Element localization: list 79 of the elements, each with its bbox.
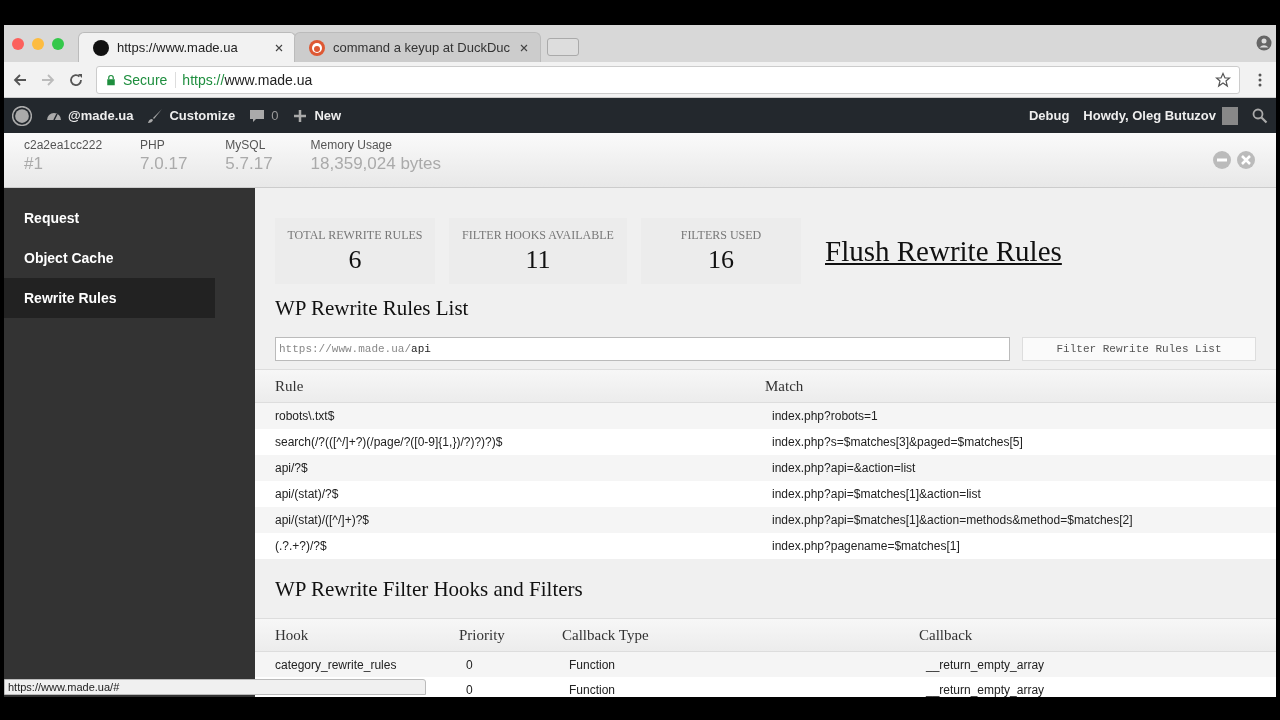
close-icon[interactable] [1236,150,1256,170]
table-cell: index.php?api=$matches[1]&action=methods&method=$matches[2] [772,513,1133,527]
column-header: Hook [275,626,310,644]
status-bubble: https://www.made.ua/# [4,679,426,695]
column-header: Callback [919,626,974,644]
card-value: 16 [708,244,734,275]
table-cell: index.php?api=&action=list [772,461,916,475]
account-icon [1256,35,1272,51]
url-text: https://www.made.ua [182,71,313,88]
reload-icon [68,71,84,88]
table-cell: index.php?api=$matches[1]&action=list [772,487,981,501]
flush-link[interactable]: Flush Rewrite Rules [825,234,1062,268]
stat-value: 7.0.17 [140,154,188,174]
table-cell-text: api/(stat)/?$ [275,487,340,501]
table-cell: 0 [466,682,473,697]
table-cell: index.php?robots=1 [772,409,878,423]
table-cell-text: api/(stat)/([^/]+)?$ [275,513,370,527]
tab-title: https://www.made.ua [117,40,239,55]
back-icon [12,71,28,88]
sidebar-item[interactable]: Rewrite Rules [4,278,215,318]
sidebar-item[interactable]: Request [4,198,215,238]
column-header: Rule [275,377,305,395]
table-cell: index.php?s=$matches[3]&paged=$matches[5] [772,435,1023,449]
filter-button[interactable]: Filter Rewrite Rules List [1022,337,1256,361]
search-icon [1252,107,1268,124]
stat-label: PHP [140,138,166,152]
lock-icon [105,73,117,86]
comment-count[interactable]: 0 [271,108,279,123]
site-link[interactable]: @made.ua [68,108,134,123]
card-label: FILTER HOOKS AVAILABLE [462,227,614,243]
account-link[interactable]: Howdy, Oleg Butuzov [1083,108,1216,123]
tab-title: command a keyup at DuckDuc [333,40,511,55]
column-header: Callback Type [562,626,650,644]
table-cell: Function [569,657,616,672]
card-value: 11 [525,244,551,275]
address-bar[interactable]: Secure https://www.made.ua [96,65,1240,94]
section-title: WP Rewrite Filter Hooks and Filters [275,577,584,602]
debug-link[interactable]: Debug [1028,108,1070,123]
avatar [1222,106,1238,125]
secure-label: Secure [123,71,177,88]
table-cell: Function [569,682,616,697]
stat-value: #1 [24,154,44,174]
url-prefix: https://www.made.ua/ [279,343,412,355]
new-link[interactable]: New [314,108,342,123]
comment-icon [249,107,266,124]
table-cell: category_rewrite_rules [275,657,397,672]
new-tab-button[interactable] [547,38,580,56]
table-cell-text: (.?.+?)/?$ [275,539,328,553]
browser-tab[interactable]: https://www.made.ua [78,32,296,62]
column-header: Priority [459,626,506,644]
zoom-window-button[interactable] [52,37,64,50]
forward-icon [40,71,56,88]
minimize-icon[interactable] [1212,150,1232,170]
star-icon [1215,71,1231,88]
column-header: Match [765,377,805,395]
table-cell: __return_empty_array [926,682,1045,697]
stat-label: Memory Usage [310,138,393,152]
filter-field[interactable]: https://www.made.ua/api [275,337,1010,361]
card-value: 6 [348,244,362,275]
customize-link[interactable]: Customize [169,108,236,123]
table-cell: __return_empty_array [926,657,1045,672]
stat-label: c2a2ea1cc222 [24,138,103,152]
stat-value: 18,359,024 bytes [310,154,442,174]
table-cell: 0 [466,657,473,672]
table-cell-text: api/?$ [275,461,309,475]
minimize-window-button[interactable] [32,37,44,50]
browser-tab[interactable]: command a keyup at DuckDuc [294,32,542,62]
plus-icon [292,107,309,124]
site-icon [93,39,109,56]
table-cell-text: robots\.txt$ [275,409,336,423]
sidebar-item[interactable]: Object Cache [4,238,215,278]
stat-value: 5.7.17 [225,154,273,174]
table-cell: index.php?pagename=$matches[1] [772,539,960,553]
card-label: TOTAL REWRITE RULES [287,227,423,243]
stat-label: MySQL [225,138,267,152]
close-window-button[interactable] [12,37,24,50]
card-label: FILTERS USED [680,227,762,243]
section-title: WP Rewrite Rules List [275,296,470,321]
table-cell-text: search(/?(([^/]+?)(/page/?([0-9]{1,})/?)?)?)$ [275,435,504,449]
